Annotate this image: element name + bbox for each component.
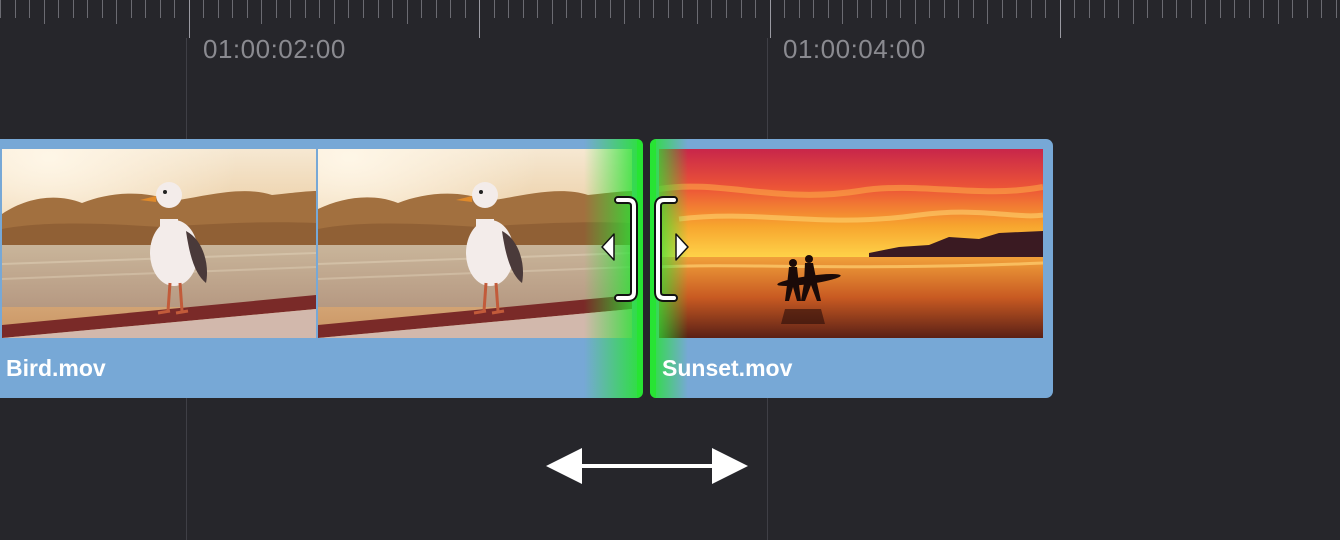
- clip-bird[interactable]: Bird.mov: [0, 139, 642, 398]
- timeline-ruler[interactable]: [0, 0, 1340, 38]
- arrow-right-icon: [675, 233, 689, 261]
- clip-name: Sunset.mov: [662, 355, 793, 381]
- trim-bracket-right-icon[interactable]: [614, 196, 638, 302]
- double-arrow-horizontal-icon: [546, 448, 748, 484]
- timecode-label: 01:00:04:00: [783, 34, 926, 64]
- arrow-left-icon: [601, 233, 615, 261]
- clip-name: Bird.mov: [6, 355, 106, 381]
- clip-thumbnail: [659, 149, 1043, 338]
- timecode-label: 01:00:02:00: [203, 34, 346, 64]
- clip-thumbnail: [318, 149, 632, 338]
- clip-thumbnail: [2, 149, 316, 338]
- clip-sunset[interactable]: Sunset.mov: [650, 139, 1053, 398]
